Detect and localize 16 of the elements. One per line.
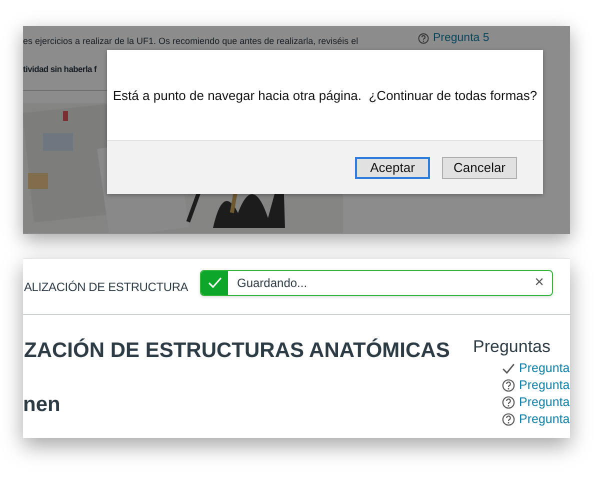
section-heading: nen [23,393,62,417]
question-link[interactable]: Pregunta [519,361,570,375]
question-link[interactable]: Pregunta [519,412,570,426]
toast-message: Guardando... [237,276,308,290]
question-link[interactable]: Pregunta [519,378,570,392]
question-link[interactable]: Pregunta [519,395,570,409]
sidebar-title: Preguntas [473,337,552,357]
page-title: ZACIÓN DE ESTRUCTURAS ANATÓMICAS [24,339,450,363]
header-title: ALIZACIÓN DE ESTRUCTURA [24,280,188,294]
paragraph-text: es ejercicios a realizar de la UF1. Os recomiendo que antes de realizarla, reviséis el [23,35,358,47]
close-button[interactable]: × [534,275,544,291]
dialog-message: Está a punto de navegar hacia otra página. ¿Continuar de todas formas? [112,88,538,102]
dialog-button[interactable]: Aceptar [355,156,430,178]
dialog-button[interactable]: Cancelar [442,156,517,178]
question-link[interactable]: Pregunta 5 [433,32,490,44]
bold-text: tividad sin haberla f [23,63,97,75]
